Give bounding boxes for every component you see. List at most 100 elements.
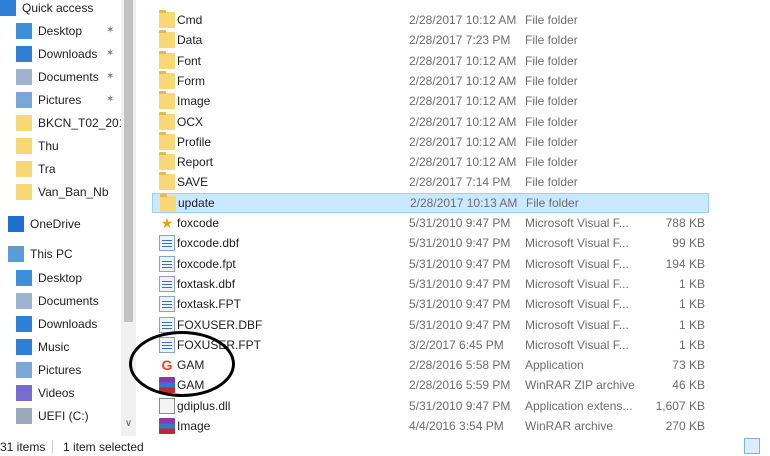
file-row[interactable]: G GAM 2/28/2016 5:58 PM Application 73 KB <box>152 355 770 375</box>
data-file-icon <box>159 296 175 313</box>
nav-item-label: Tra <box>38 162 56 176</box>
file-size: 46 KB <box>672 378 705 393</box>
foxpro-icon: ★ <box>160 215 174 231</box>
file-row[interactable]: GAM 2/28/2016 5:59 PM WinRAR ZIP archive 46… <box>152 375 770 395</box>
file-row[interactable]: Cmd 2/28/2017 10:12 AM File folder <box>152 10 770 30</box>
data-file-icon <box>159 316 175 333</box>
file-row[interactable]: FOXUSER.FPT 3/2/2017 6:45 PM Microsoft Vis… <box>152 335 770 355</box>
nav-pinned-desktop[interactable]: Desktop <box>16 20 82 42</box>
pin-icon: ✶ <box>106 48 115 59</box>
file-type: Microsoft Visual F... <box>525 317 629 332</box>
file-row[interactable]: gdiplus.dll 5/31/2010 9:47 PM Application … <box>152 396 770 416</box>
file-row[interactable]: SAVE 2/28/2017 7:14 PM File folder <box>152 172 770 192</box>
file-row[interactable]: foxtask.FPT 5/31/2010 9:47 PM Microsoft Vi… <box>152 294 770 314</box>
file-name: Font <box>177 53 202 68</box>
file-row[interactable]: Report 2/28/2017 10:12 AM File folder <box>152 152 770 172</box>
file-row[interactable]: foxtask.dbf 5/31/2010 9:47 PM Microsoft Vi… <box>152 274 770 294</box>
folder-icon <box>16 115 32 131</box>
file-date: 5/31/2010 9:47 PM <box>409 256 511 271</box>
nav-this-pc[interactable]: This PC <box>8 243 73 265</box>
nav-quick-access[interactable]: Quick access <box>0 0 93 19</box>
file-date: 5/31/2010 9:47 PM <box>409 398 511 413</box>
nav-recent-item[interactable]: Thu <box>16 135 59 157</box>
nav-item-label: This PC <box>30 247 73 261</box>
folder-icon <box>159 91 175 110</box>
status-separator <box>52 440 53 453</box>
file-type: File folder <box>525 134 578 149</box>
file-size: 73 KB <box>672 358 705 373</box>
downloads-icon <box>16 316 32 332</box>
nav-pc-desktop[interactable]: Desktop <box>16 267 82 289</box>
file-size: 1 KB <box>678 337 705 352</box>
file-row[interactable]: ★ foxcode 5/31/2010 9:47 PM Microsoft Visua… <box>152 213 770 233</box>
file-row[interactable]: OCX 2/28/2017 10:12 AM File folder <box>152 111 770 132</box>
nav-recent-item[interactable]: Van_Ban_Nb <box>16 181 109 203</box>
file-date: 2/28/2016 5:59 PM <box>409 378 511 393</box>
file-name: Report <box>177 155 214 170</box>
file-row[interactable]: foxcode.fpt 5/31/2010 9:47 PM Microsoft Vi… <box>152 254 770 274</box>
navigation-pane: Quick access Desktop ✶ Downloads ✶ Documents ✶… <box>0 0 121 436</box>
file-date: 4/4/2016 3:54 PM <box>409 419 504 433</box>
file-name: Profile <box>177 134 212 149</box>
nav-item-label: Desktop <box>38 24 83 38</box>
scroll-down-arrow-icon[interactable]: ∨ <box>123 418 134 430</box>
folder-icon <box>159 70 175 89</box>
file-row[interactable]: Font 2/28/2017 10:12 AM File folder <box>152 50 770 71</box>
nav-recent-item[interactable]: BKCN_T02_2017 <box>16 112 121 134</box>
documents-icon <box>16 293 32 309</box>
folder-icon <box>159 131 175 150</box>
nav-pc-uefi-c-[interactable]: UEFI (C:) <box>16 405 89 427</box>
data-file-icon <box>159 255 175 272</box>
nav-pc-downloads[interactable]: Downloads <box>16 313 97 335</box>
nav-pc-pictures[interactable]: Pictures <box>16 359 81 381</box>
file-row[interactable]: Data 2/28/2017 7:23 PM File folder <box>152 30 770 50</box>
file-name: Cmd <box>177 13 203 27</box>
nav-recent-item[interactable]: Tra <box>16 158 56 180</box>
nav-pinned-pictures[interactable]: Pictures <box>16 89 81 111</box>
dll-file-icon <box>159 397 175 414</box>
file-row[interactable]: Profile 2/28/2017 10:12 AM File folder <box>152 131 770 152</box>
folder-icon <box>159 152 175 171</box>
videos-icon <box>16 385 32 401</box>
file-date: 5/31/2010 9:47 PM <box>409 236 511 251</box>
file-date: 2/28/2016 5:58 PM <box>409 358 511 373</box>
computer-icon <box>8 246 24 262</box>
nav-pc-videos[interactable]: Videos <box>16 382 74 404</box>
file-date: 2/28/2017 10:12 AM <box>409 94 517 109</box>
file-date: 2/28/2017 7:23 PM <box>409 33 511 48</box>
scrollbar-thumb[interactable] <box>124 0 133 322</box>
file-date: 5/31/2010 9:47 PM <box>409 297 511 312</box>
file-row[interactable]: update 2/28/2017 10:13 AM File folder <box>152 192 709 213</box>
nav-pc-documents[interactable]: Documents <box>16 290 99 312</box>
file-type: Microsoft Visual F... <box>525 337 629 352</box>
file-type: File folder <box>525 13 578 27</box>
file-name: foxcode.dbf <box>177 236 240 251</box>
file-row[interactable]: Image 4/4/2016 3:54 PM WinRAR archive 270 K… <box>152 416 770 436</box>
nav-item-label: OneDrive <box>30 217 81 231</box>
file-size: 270 KB <box>665 419 705 433</box>
status-bar: 31 items 1 item selected <box>0 436 770 456</box>
details-view-icon[interactable] <box>744 438 760 454</box>
file-type: File folder <box>525 155 578 170</box>
nav-item-label: Downloads <box>38 47 98 61</box>
nav-onedrive[interactable]: OneDrive <box>8 213 81 235</box>
nav-pinned-downloads[interactable]: Downloads <box>16 43 97 65</box>
file-row[interactable]: Image 2/28/2017 10:12 AM File folder <box>152 91 770 111</box>
file-name: foxcode <box>177 216 220 230</box>
file-date: 2/28/2017 10:12 AM <box>409 73 517 88</box>
file-row[interactable]: foxcode.dbf 5/31/2010 9:47 PM Microsoft Vi… <box>152 233 770 253</box>
file-date: 3/2/2017 6:45 PM <box>409 337 504 352</box>
nav-pinned-documents[interactable]: Documents <box>16 66 99 88</box>
annotation-circle <box>129 331 235 397</box>
nav-item-label: UEFI (C:) <box>38 409 89 423</box>
file-date: 2/28/2017 10:12 AM <box>409 13 517 27</box>
file-size: 1 KB <box>678 317 705 332</box>
file-row[interactable]: FOXUSER.DBF 5/31/2010 9:47 PM Microsoft Vi… <box>152 315 770 335</box>
file-type: File folder <box>525 73 578 88</box>
nav-item-label: Desktop <box>38 271 83 285</box>
file-type: Application <box>525 358 584 373</box>
file-row[interactable]: Form 2/28/2017 10:12 AM File folder <box>152 70 770 91</box>
file-name: OCX <box>177 114 204 129</box>
nav-pc-music[interactable]: Music <box>16 336 69 358</box>
nav-item-label: Pictures <box>38 93 82 107</box>
